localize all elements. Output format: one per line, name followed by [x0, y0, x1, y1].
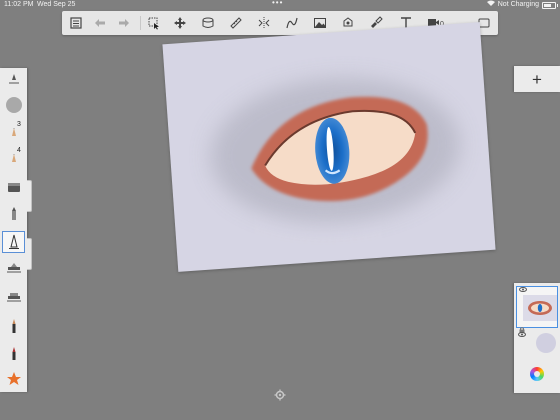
marker-icon[interactable] — [2, 204, 25, 224]
color-wheel-icon[interactable] — [530, 367, 544, 381]
layers-icon[interactable] — [200, 15, 216, 31]
battery-icon — [542, 1, 558, 9]
pencil-size-label: 4 — [17, 147, 21, 154]
status-bar: 11:02 PM Wed Sep 25 ••• Not Charging — [0, 0, 560, 10]
add-layer-label: + — [532, 69, 542, 89]
layer-thumbnail-active[interactable] — [516, 286, 558, 333]
background-color-swatch[interactable] — [536, 333, 556, 353]
status-right: Not Charging — [486, 0, 558, 10]
favorite-star-icon[interactable] — [2, 369, 25, 389]
add-layer-button[interactable]: + — [514, 66, 560, 92]
toolbar-divider — [140, 16, 141, 30]
ink-brush-icon[interactable] — [2, 343, 25, 363]
drawing-canvas[interactable] — [162, 22, 496, 272]
paint-brush-icon[interactable] — [2, 316, 25, 336]
select-icon[interactable] — [146, 15, 162, 31]
status-date: Wed Sep 25 — [37, 1, 76, 8]
airbrush-icon[interactable] — [2, 231, 25, 253]
lock-icon[interactable] — [519, 320, 525, 333]
battery-level — [544, 3, 551, 7]
brush-preview-icon[interactable] — [2, 93, 25, 117]
smudge-icon[interactable] — [2, 258, 25, 278]
visibility-eye-icon[interactable] — [519, 287, 527, 294]
background-layer[interactable] — [516, 330, 558, 356]
ruler-icon[interactable] — [228, 15, 244, 31]
pencil-size-label: 3 — [17, 121, 21, 128]
gallery-icon[interactable] — [68, 15, 84, 31]
multitask-dots[interactable]: ••• — [272, 0, 283, 8]
wifi-icon — [486, 0, 495, 10]
flat-brush-icon[interactable] — [2, 287, 25, 307]
battery-status-text: Not Charging — [497, 1, 539, 8]
eraser-icon[interactable] — [2, 177, 25, 197]
symmetry-icon[interactable] — [256, 15, 272, 31]
visibility-eye-icon[interactable] — [518, 332, 526, 339]
undo-icon[interactable] — [92, 15, 108, 31]
status-time: 11:02 PM — [4, 1, 34, 8]
eye-artwork — [210, 78, 461, 223]
brush-size-circle — [5, 97, 22, 113]
settings-gear-icon[interactable] — [274, 388, 286, 401]
fill-icon[interactable] — [340, 15, 356, 31]
brush-size-slider[interactable] — [27, 180, 32, 212]
tool-palette: 3 4 — [0, 68, 27, 392]
pencil-icon[interactable]: 4 — [2, 147, 25, 167]
transform-icon[interactable] — [172, 15, 188, 31]
curve-icon[interactable] — [284, 15, 300, 31]
brush-size-icon[interactable] — [2, 70, 25, 90]
image-icon[interactable] — [312, 15, 328, 31]
pencil-icon[interactable]: 3 — [2, 121, 25, 141]
layer-artwork-thumbnail — [523, 295, 557, 321]
opacity-slider[interactable] — [27, 238, 32, 270]
layer-panel — [514, 283, 560, 393]
redo-icon[interactable] — [116, 15, 132, 31]
